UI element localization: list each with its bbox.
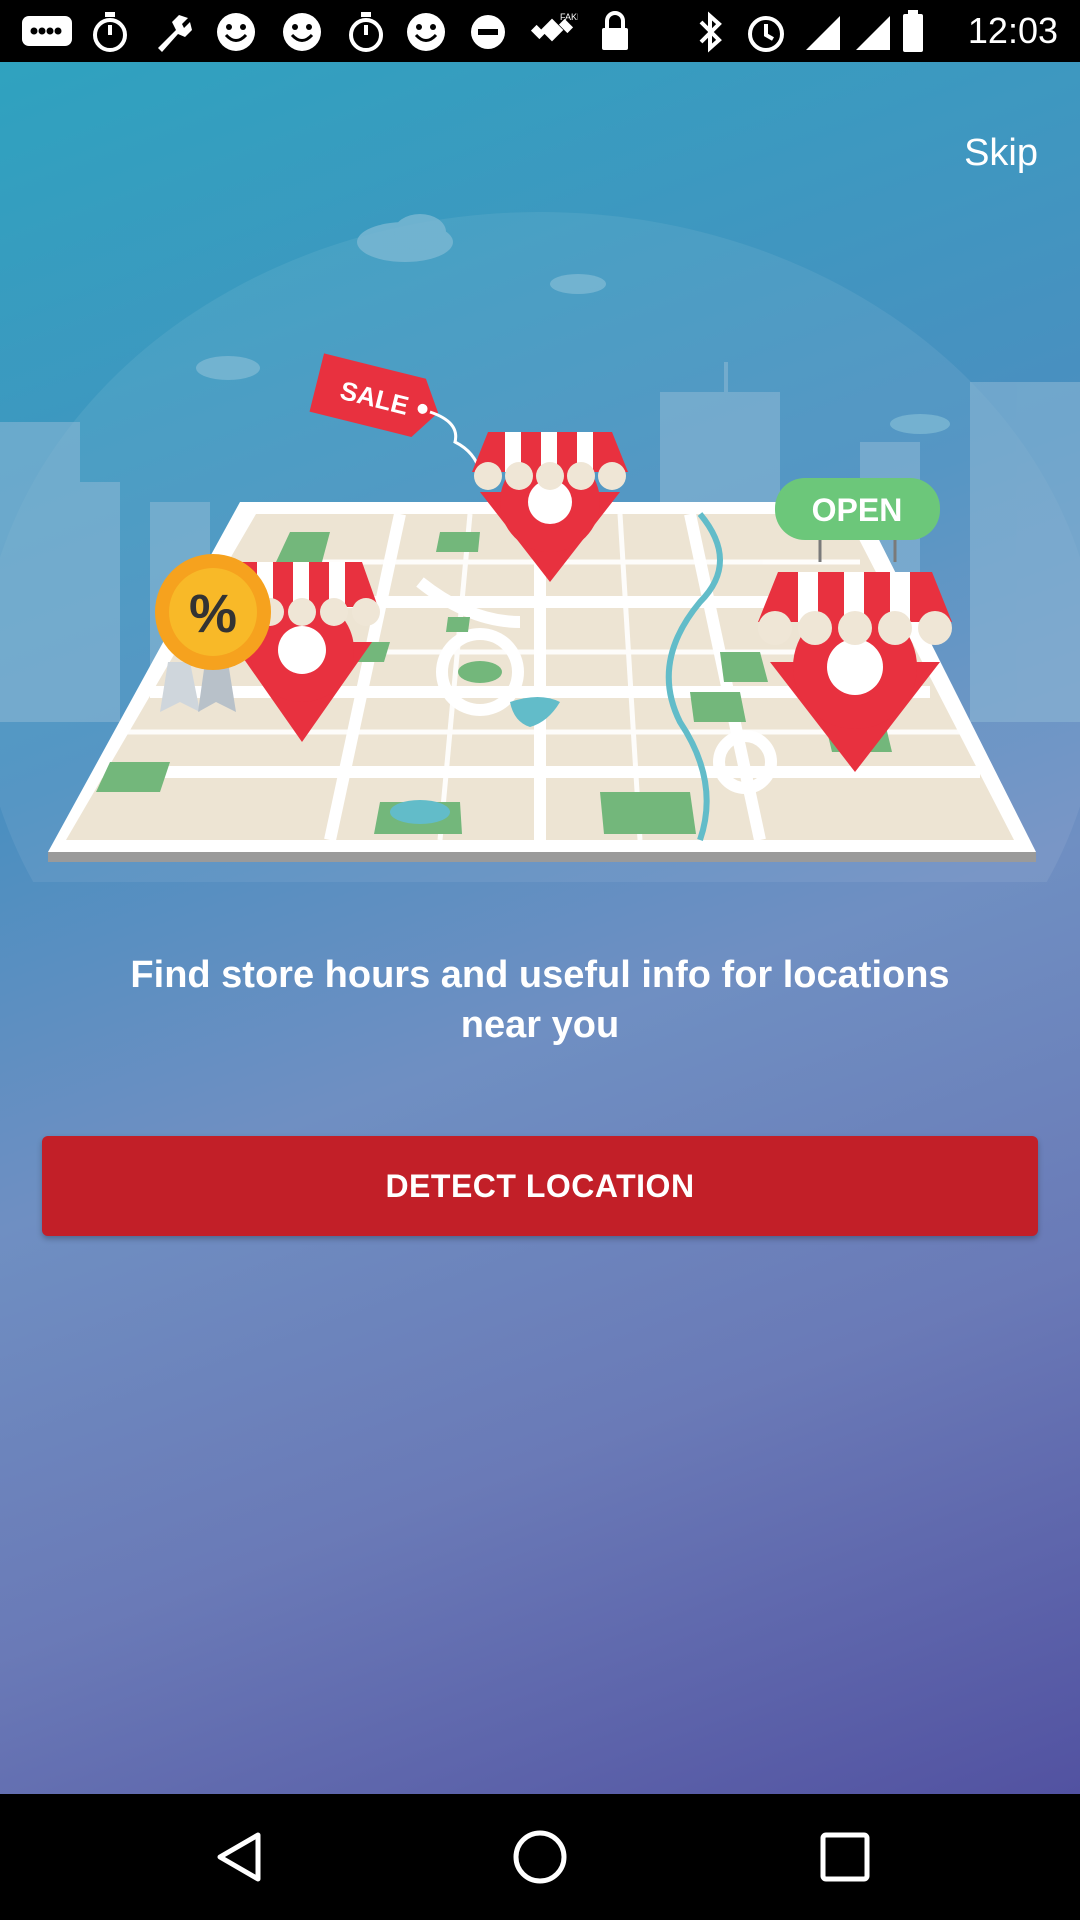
onboarding-screen: SALE OPEN % Skip Find store hours and us… — [0, 62, 1080, 1794]
svg-text:FAKE: FAKE — [560, 12, 578, 22]
status-bar: FAKE 12:03 — [0, 0, 1080, 62]
smiley-icon — [283, 13, 321, 51]
lock-icon — [602, 11, 628, 50]
wrench-icon — [158, 15, 192, 52]
onboarding-headline: Find store hours and useful info for loc… — [130, 954, 950, 1046]
smiley-icon — [407, 13, 445, 51]
status-time: 12:03 — [967, 10, 1058, 51]
battery-icon — [903, 10, 923, 52]
sync-icon — [471, 15, 505, 49]
alarm-icon — [748, 16, 784, 52]
navigation-bar — [0, 1794, 1080, 1920]
stopwatch-icon — [349, 12, 383, 52]
smiley-icon — [217, 13, 255, 51]
wifi-icon — [856, 16, 890, 50]
home-icon[interactable] — [510, 1827, 570, 1887]
signal-icon — [806, 16, 840, 50]
stopwatch-icon — [93, 12, 127, 52]
detect-location-button[interactable]: DETECT LOCATION — [42, 1136, 1038, 1236]
store-map-illustration: SALE OPEN % — [0, 212, 1080, 882]
percent-badge-symbol: % — [189, 584, 237, 644]
bluetooth-icon — [699, 11, 722, 53]
message-icon — [22, 16, 72, 46]
satellite-icon: FAKE — [530, 12, 578, 42]
back-icon[interactable] — [210, 1827, 270, 1887]
skip-button[interactable]: Skip — [964, 132, 1038, 175]
open-sign-text: OPEN — [812, 492, 903, 528]
recents-icon[interactable] — [815, 1827, 875, 1887]
